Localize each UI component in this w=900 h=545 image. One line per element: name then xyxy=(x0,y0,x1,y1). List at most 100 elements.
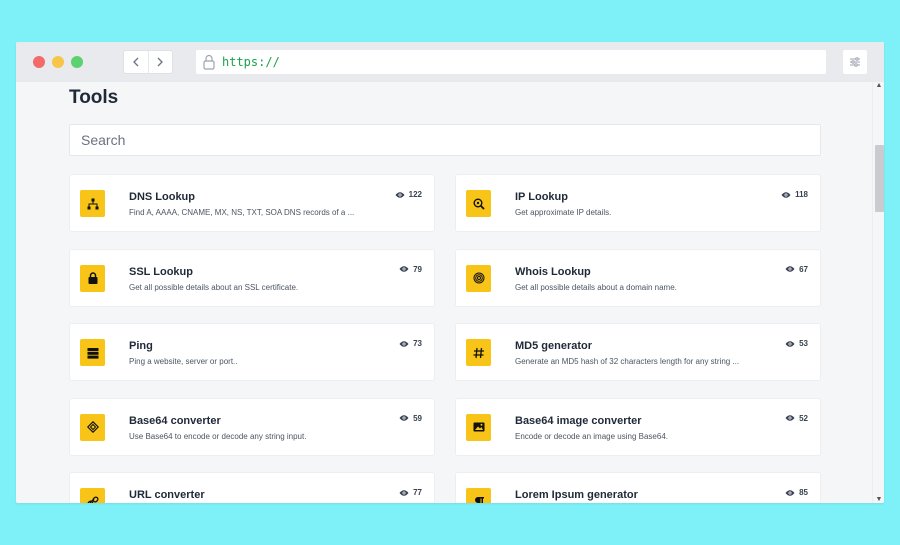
eye-icon xyxy=(785,340,795,347)
view-count: 79 xyxy=(399,265,422,274)
tool-icon-tile xyxy=(466,413,491,441)
chevron-right-icon xyxy=(158,57,164,67)
view-count-value: 122 xyxy=(408,190,422,199)
settings-menu-button[interactable] xyxy=(843,50,867,74)
server-icon xyxy=(87,347,98,359)
paragraph-icon xyxy=(474,496,484,503)
view-count: 77 xyxy=(399,488,422,497)
link-icon xyxy=(86,495,99,503)
tool-name[interactable]: IP Lookup xyxy=(515,191,568,203)
tool-description: Generate an MD5 hash of 32 characters le… xyxy=(515,357,740,366)
eye-icon xyxy=(395,191,405,198)
scrollbar-thumb[interactable] xyxy=(875,145,884,212)
lock-icon xyxy=(203,54,215,70)
eye-icon xyxy=(785,266,795,272)
tool-card[interactable]: Whois Lookup Get all possible details abo… xyxy=(455,248,821,307)
scroll-down-arrow-icon[interactable]: ▼ xyxy=(873,496,884,503)
tool-icon-tile xyxy=(80,488,105,503)
view-count-value: 67 xyxy=(799,264,808,274)
fingerprint-icon xyxy=(473,272,484,284)
tool-card[interactable]: Base64 image converter Encode or decode a… xyxy=(455,397,821,456)
view-count: 85 xyxy=(785,488,808,497)
tool-icon-tile xyxy=(466,488,491,503)
tool-card[interactable]: Ping Ping a website, server or port.. 73 xyxy=(69,323,435,381)
view-count-value: 85 xyxy=(799,488,808,497)
tool-icon-tile xyxy=(466,264,491,292)
tool-card[interactable]: DNS Lookup Find A, AAAA, CNAME, MX, NS, T… xyxy=(69,174,435,232)
tool-name[interactable]: Base64 converter xyxy=(129,415,221,427)
tool-icon-tile xyxy=(80,190,105,217)
browser-toolbar: https:// xyxy=(16,42,884,82)
view-count: 59 xyxy=(399,414,422,423)
tool-name[interactable]: Lorem Ipsum generator xyxy=(515,489,638,501)
tool-description: Get all possible details about an SSL ce… xyxy=(129,282,299,292)
eye-icon xyxy=(399,266,409,272)
tool-icon-tile xyxy=(80,339,105,366)
eye-icon xyxy=(781,191,791,198)
vertical-scrollbar[interactable]: ▲ ▼ xyxy=(872,82,884,503)
tool-card[interactable]: MD5 generator Generate an MD5 hash of 32 … xyxy=(455,323,821,381)
eye-icon xyxy=(785,489,795,496)
forward-button[interactable] xyxy=(147,51,172,73)
tool-name[interactable]: Ping xyxy=(129,340,153,352)
browser-window: https:// Tools DNS Lookup Find A, AAAA, C… xyxy=(16,42,884,503)
view-count-value: 52 xyxy=(799,413,808,423)
url-text: https:// xyxy=(222,55,280,69)
tool-name[interactable]: Whois Lookup xyxy=(515,266,591,278)
tool-name[interactable]: SSL Lookup xyxy=(129,266,193,278)
tool-description: Get all possible details about a domain … xyxy=(515,282,677,292)
tool-card[interactable]: Base64 converter Use Base64 to encode or … xyxy=(69,397,435,456)
sitemap-icon xyxy=(87,198,98,209)
tool-icon-tile xyxy=(80,413,105,441)
tool-icon-tile xyxy=(466,190,491,217)
tool-name[interactable]: MD5 generator xyxy=(515,340,592,352)
sliders-icon xyxy=(850,57,860,67)
hashtag-icon xyxy=(473,347,484,358)
view-count: 52 xyxy=(785,414,808,423)
page-viewport: Tools DNS Lookup Find A, AAAA, CNAME, MX,… xyxy=(16,82,884,503)
chevron-left-icon xyxy=(133,57,139,67)
view-count: 122 xyxy=(395,190,422,199)
navigation-buttons xyxy=(123,50,173,74)
tool-name[interactable]: DNS Lookup xyxy=(129,191,195,203)
address-bar[interactable]: https:// xyxy=(196,50,826,74)
tool-card[interactable]: IP Lookup Get approximate IP details. 118 xyxy=(455,174,821,232)
eye-icon xyxy=(399,415,409,421)
view-count-value: 77 xyxy=(413,488,422,497)
view-count-value: 79 xyxy=(413,264,422,274)
tool-icon-tile xyxy=(80,264,105,292)
view-count: 53 xyxy=(785,339,808,348)
tool-icon-tile xyxy=(466,339,491,366)
tool-description: Use Base64 to encode or decode any strin… xyxy=(129,431,307,441)
view-count: 73 xyxy=(399,339,422,348)
tool-description: Get approximate IP details. xyxy=(515,208,612,217)
view-count-value: 59 xyxy=(413,413,422,423)
view-count-value: 118 xyxy=(795,190,808,199)
image-icon xyxy=(473,422,484,432)
tool-description: Find A, AAAA, CNAME, MX, NS, TXT, SOA DN… xyxy=(129,208,355,217)
tool-name[interactable]: URL converter xyxy=(129,489,205,501)
eye-icon xyxy=(399,489,409,496)
tool-description: Encode or decode an image using Base64. xyxy=(515,431,668,441)
view-count-value: 73 xyxy=(413,339,422,348)
maximize-window-button[interactable] xyxy=(71,56,83,68)
lock-icon xyxy=(88,272,97,284)
tool-card[interactable]: URL converter 77 xyxy=(69,472,435,503)
tool-name[interactable]: Base64 image converter xyxy=(515,415,642,427)
search-location-icon xyxy=(473,198,485,210)
tool-card[interactable]: SSL Lookup Get all possible details about… xyxy=(69,248,435,307)
minimize-window-button[interactable] xyxy=(52,56,64,68)
close-window-button[interactable] xyxy=(33,56,45,68)
scroll-up-arrow-icon[interactable]: ▲ xyxy=(873,82,884,89)
back-button[interactable] xyxy=(124,51,148,73)
eye-icon xyxy=(399,340,409,347)
eye-icon xyxy=(785,415,795,421)
tool-description: Ping a website, server or port.. xyxy=(129,357,238,366)
view-count: 67 xyxy=(785,265,808,274)
view-count-value: 53 xyxy=(799,339,808,348)
code-icon xyxy=(86,421,99,433)
view-count: 118 xyxy=(781,190,808,199)
page-title: Tools xyxy=(69,87,119,108)
search-input[interactable] xyxy=(69,124,821,156)
tool-card[interactable]: Lorem Ipsum generator 85 xyxy=(455,472,821,503)
